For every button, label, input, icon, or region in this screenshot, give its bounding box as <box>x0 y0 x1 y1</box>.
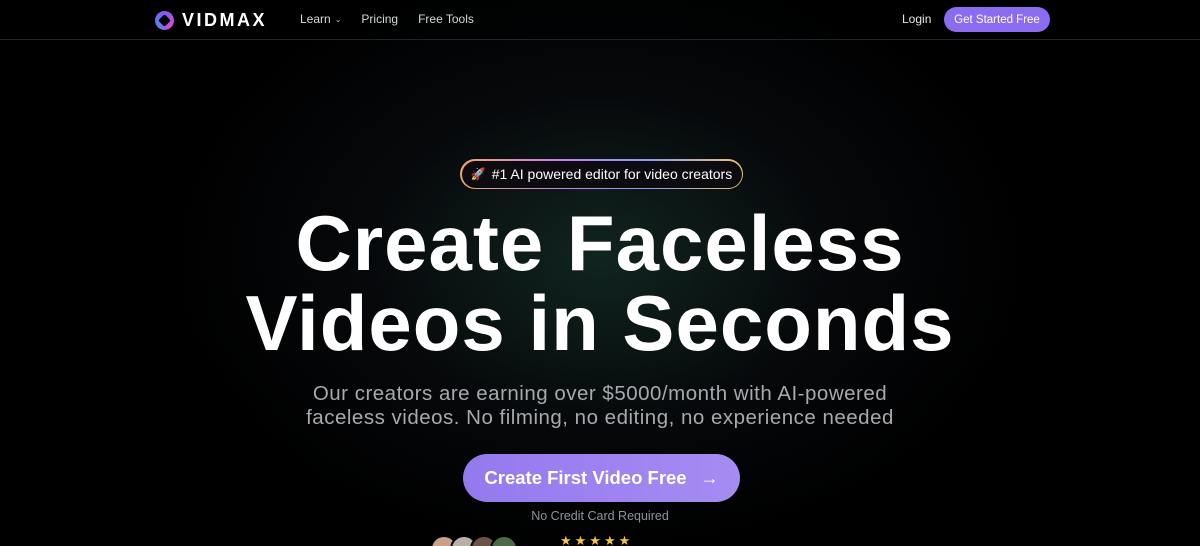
rating-stars: ★★★★★ <box>560 533 634 546</box>
get-started-button[interactable]: Get Started Free <box>944 7 1050 32</box>
hero-subtitle: Our creators are earning over $5000/mont… <box>0 382 1200 430</box>
nav-link-label: Pricing <box>361 12 399 26</box>
avatar <box>490 535 518 546</box>
nav-link-pricing[interactable]: Pricing <box>361 12 398 26</box>
hero-badge: 🚀 #1 AI powered editor for video creator… <box>460 159 743 189</box>
nav-link-free-tools[interactable]: Free Tools <box>418 12 474 26</box>
hero-headline: Create Faceless Videos in Seconds <box>0 203 1200 363</box>
hero-badge-text: #1 AI powered editor for video creators <box>491 166 733 182</box>
no-credit-card-note: No Credit Card Required <box>531 509 669 523</box>
logo[interactable]: VIDMAX <box>155 10 267 31</box>
create-first-video-button[interactable]: Create First Video Free → <box>463 454 740 502</box>
cta-label: Create First Video Free <box>484 467 687 488</box>
chevron-down-icon: ⌄ <box>334 14 342 24</box>
login-link[interactable]: Login <box>902 12 931 26</box>
arrow-right-icon: → <box>700 467 719 488</box>
logo-text: VIDMAX <box>182 10 268 30</box>
nav-link-label: Learn <box>300 12 331 26</box>
nav-link-label: Free Tools <box>418 12 474 26</box>
nav-links: Learn ⌄ Pricing Free Tools <box>300 12 474 26</box>
rocket-icon: 🚀 <box>470 167 486 181</box>
headline-line-2: Videos in Seconds <box>245 279 955 367</box>
subtitle-line-1: Our creators are earning over $5000/mont… <box>312 382 888 405</box>
logo-icon <box>155 11 174 30</box>
subtitle-line-2: faceless videos. No filming, no editing,… <box>306 406 894 429</box>
avatar-group <box>430 535 518 546</box>
nav-link-learn[interactable]: Learn ⌄ <box>300 12 341 26</box>
headline-line-1: Create Faceless <box>295 199 905 287</box>
landing-page: VIDMAX Learn ⌄ Pricing Free Tools Login … <box>0 0 1200 546</box>
hero-badge-inner: 🚀 #1 AI powered editor for video creator… <box>461 160 742 188</box>
top-nav: VIDMAX Learn ⌄ Pricing Free Tools Login … <box>0 0 1200 40</box>
